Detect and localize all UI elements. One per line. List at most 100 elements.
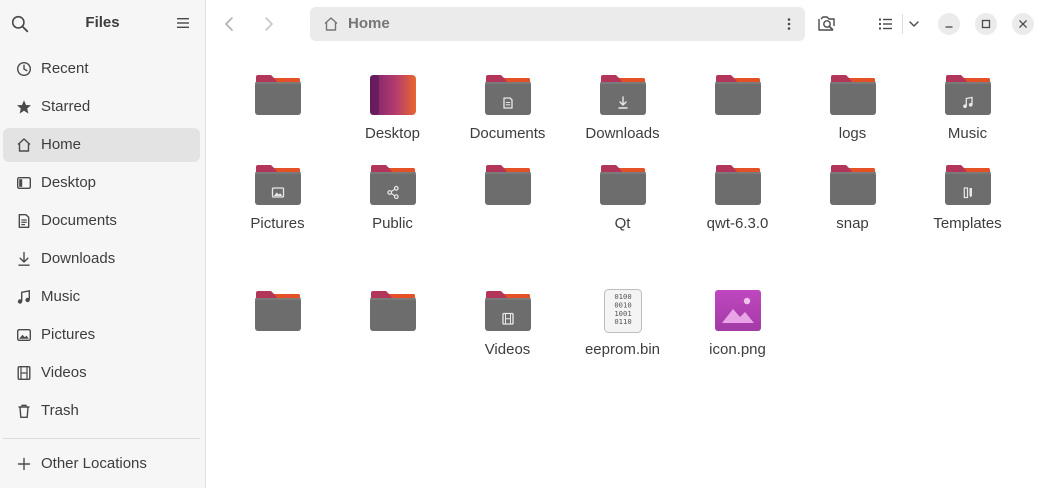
sidebar-header: Files [0, 0, 205, 48]
folder-item[interactable] [335, 276, 450, 366]
sidebar-item-other-locations[interactable]: Other Locations [3, 447, 200, 481]
places-list: Recent Starred Home Desktop Documents Do… [3, 52, 200, 432]
folder-icon [370, 291, 416, 331]
folder-icon [485, 165, 531, 205]
file-name-label: Documents [469, 125, 546, 142]
folder-item[interactable]: Videos [450, 276, 565, 366]
file-name-label: Downloads [585, 125, 660, 142]
folder-icon [255, 291, 301, 331]
folder-item[interactable] [220, 276, 335, 366]
file-name-label: Desktop [364, 125, 421, 142]
sidebar-item-label: Other Locations [41, 455, 147, 472]
sidebar-item-music[interactable]: Music [3, 280, 200, 314]
sidebar: Files Recent Starred Home Desktop Docume… [0, 0, 206, 488]
trash-icon [18, 404, 30, 418]
folder-icon [255, 75, 301, 115]
close-button[interactable] [1012, 13, 1034, 35]
hamburger-menu-icon[interactable] [175, 15, 191, 31]
file-name-label: Pictures [250, 215, 305, 232]
folder-item[interactable]: snap [795, 150, 910, 240]
folder-item[interactable]: Desktop [335, 60, 450, 150]
sidebar-item-desktop[interactable]: Desktop [3, 166, 200, 200]
music-folder-icon [945, 75, 991, 115]
file-item[interactable]: icon.png [680, 276, 795, 366]
download-icon [18, 251, 30, 266]
sidebar-item-documents[interactable]: Documents [3, 204, 200, 238]
file-item[interactable]: 0100 0010 1001 0110 eeprom.bin [565, 276, 680, 366]
folder-item[interactable] [680, 60, 795, 150]
sidebar-item-label: Recent [41, 60, 89, 77]
template-folder-icon [945, 165, 991, 205]
file-name-label: Music [947, 125, 988, 142]
forward-arrow-icon[interactable] [255, 10, 283, 38]
file-name-label: logs [838, 125, 867, 142]
sidebar-item-recent[interactable]: Recent [3, 52, 200, 86]
folder-item[interactable]: Music [910, 60, 1025, 150]
sidebar-item-starred[interactable]: Starred [3, 90, 200, 124]
file-name-label: snap [836, 215, 869, 232]
folder-item[interactable] [220, 60, 335, 150]
file-name-label: qwt-6.3.0 [706, 215, 769, 232]
clock-icon [16, 61, 32, 77]
list-view-icon[interactable] [871, 10, 899, 38]
desktop-folder-icon [370, 75, 416, 115]
folder-icon [715, 75, 761, 115]
download-folder-icon [600, 75, 646, 115]
file-name-label: eeprom.bin [584, 341, 661, 358]
home-icon [17, 138, 31, 152]
plus-icon [17, 457, 31, 471]
home-icon [324, 17, 338, 31]
minimize-button[interactable] [938, 13, 960, 35]
sidebar-item-videos[interactable]: Videos [3, 356, 200, 390]
folder-item[interactable]: Downloads [565, 60, 680, 150]
film-folder-icon [485, 291, 531, 331]
sidebar-item-label: Trash [41, 402, 79, 419]
sidebar-item-home[interactable]: Home [3, 128, 200, 162]
picture-icon [17, 329, 32, 342]
file-name-label: Public [372, 215, 413, 232]
sidebar-item-label: Home [41, 136, 82, 153]
desktop-icon [17, 177, 32, 190]
folder-item[interactable]: qwt-6.3.0 [680, 150, 795, 240]
folder-item[interactable]: Pictures [220, 150, 335, 240]
image-file-icon [715, 290, 761, 331]
chevron-down-icon[interactable] [900, 10, 928, 38]
folder-item[interactable] [450, 150, 565, 240]
folder-item[interactable]: Templates [910, 150, 1025, 240]
music-icon [17, 289, 30, 304]
document-folder-icon [485, 75, 531, 115]
back-arrow-icon[interactable] [215, 10, 243, 38]
sidebar-item-trash[interactable]: Trash [3, 394, 200, 428]
film-icon [17, 366, 31, 381]
folder-icon [830, 75, 876, 115]
path-bar[interactable]: Home [310, 7, 805, 41]
star-icon [17, 100, 31, 114]
folder-item[interactable]: Public [335, 150, 450, 240]
sidebar-item-label: Starred [41, 98, 91, 115]
folder-item[interactable]: Qt [565, 150, 680, 240]
search-folder-icon[interactable] [813, 10, 841, 38]
close-icon [1019, 20, 1027, 28]
sidebar-item-downloads[interactable]: Downloads [3, 242, 200, 276]
folder-item[interactable]: logs [795, 60, 910, 150]
document-icon [18, 214, 30, 228]
sidebar-item-label: Videos [41, 364, 87, 381]
sidebar-divider [3, 438, 200, 439]
sidebar-item-pictures[interactable]: Pictures [3, 318, 200, 352]
maximize-button[interactable] [975, 13, 997, 35]
folder-item[interactable]: Documents [450, 60, 565, 150]
maximize-icon [981, 19, 991, 29]
file-name-label: icon.png [709, 341, 766, 358]
file-name-label: Videos [484, 341, 531, 358]
share-folder-icon [370, 165, 416, 205]
header-bar: Home [207, 0, 1045, 48]
binary-file-icon: 0100001010010110 [604, 289, 642, 333]
kebab-menu-icon[interactable] [781, 16, 797, 32]
folder-icon [715, 165, 761, 205]
file-name-label: Templates [933, 215, 1002, 232]
sidebar-item-label: Downloads [41, 250, 116, 267]
file-name-label: Qt [614, 215, 631, 232]
picture-folder-icon [255, 165, 301, 205]
sidebar-item-label: Desktop [41, 174, 97, 191]
path-label: Home [348, 15, 390, 32]
